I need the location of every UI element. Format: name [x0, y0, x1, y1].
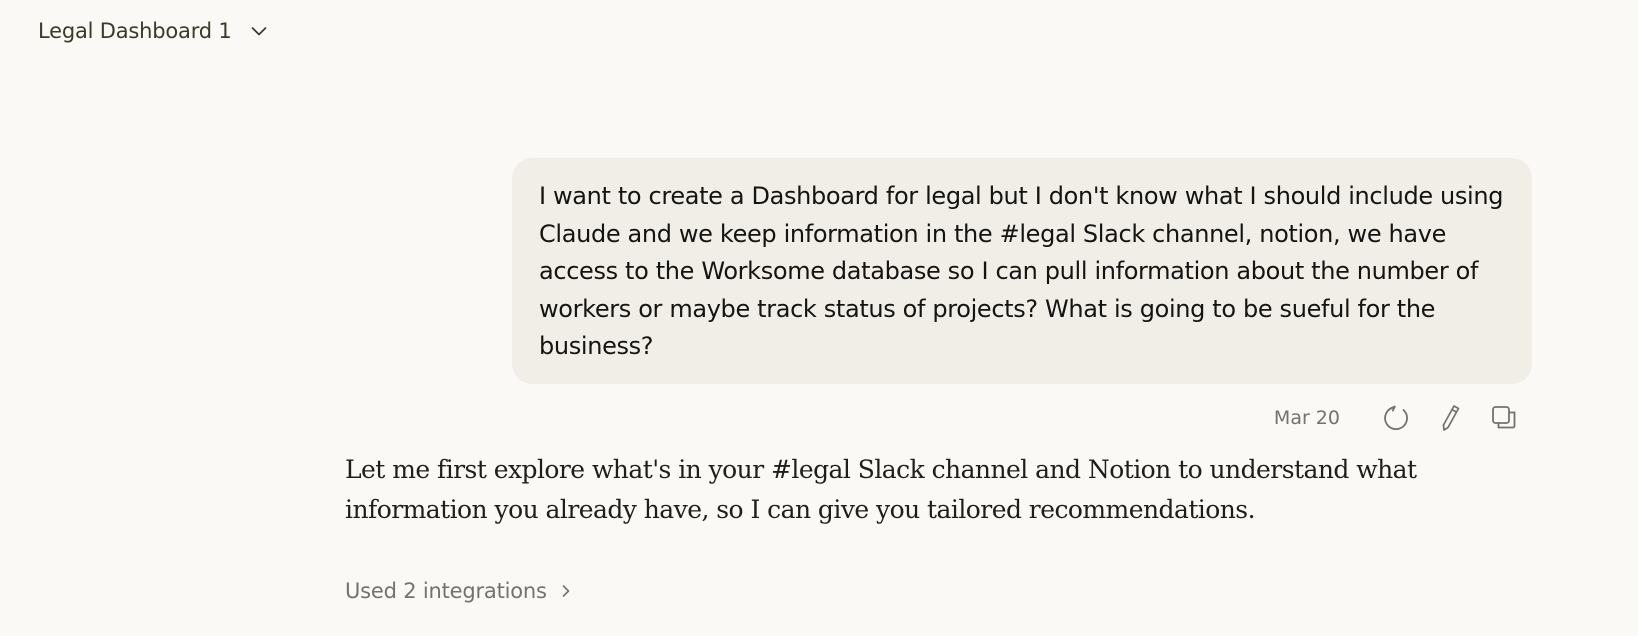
edit-icon: [1442, 405, 1460, 431]
message-actions-row: Mar 20: [1274, 400, 1522, 436]
assistant-message-text: Let me first explore what's in your #leg…: [345, 455, 1417, 524]
chat-title-dropdown[interactable]: Legal Dashboard 1: [38, 14, 270, 48]
message-timestamp: Mar 20: [1273, 407, 1340, 429]
user-message-text: I want to create a Dashboard for legal b…: [539, 182, 1504, 360]
copy-icon: [1492, 406, 1516, 429]
edit-button[interactable]: [1432, 400, 1468, 436]
assistant-message: Let me first explore what's in your #leg…: [345, 450, 1505, 530]
retry-button[interactable]: [1378, 400, 1414, 436]
chevron-down-icon: [248, 20, 270, 42]
chat-title: Legal Dashboard 1: [38, 19, 232, 43]
chevron-right-icon: [562, 585, 570, 597]
retry-icon: [1384, 405, 1408, 430]
integrations-label: Used 2 integrations: [345, 579, 547, 603]
copy-button[interactable]: [1486, 400, 1522, 436]
used-integrations-toggle[interactable]: Used 2 integrations: [345, 574, 573, 608]
user-message-bubble: I want to create a Dashboard for legal b…: [512, 158, 1532, 384]
